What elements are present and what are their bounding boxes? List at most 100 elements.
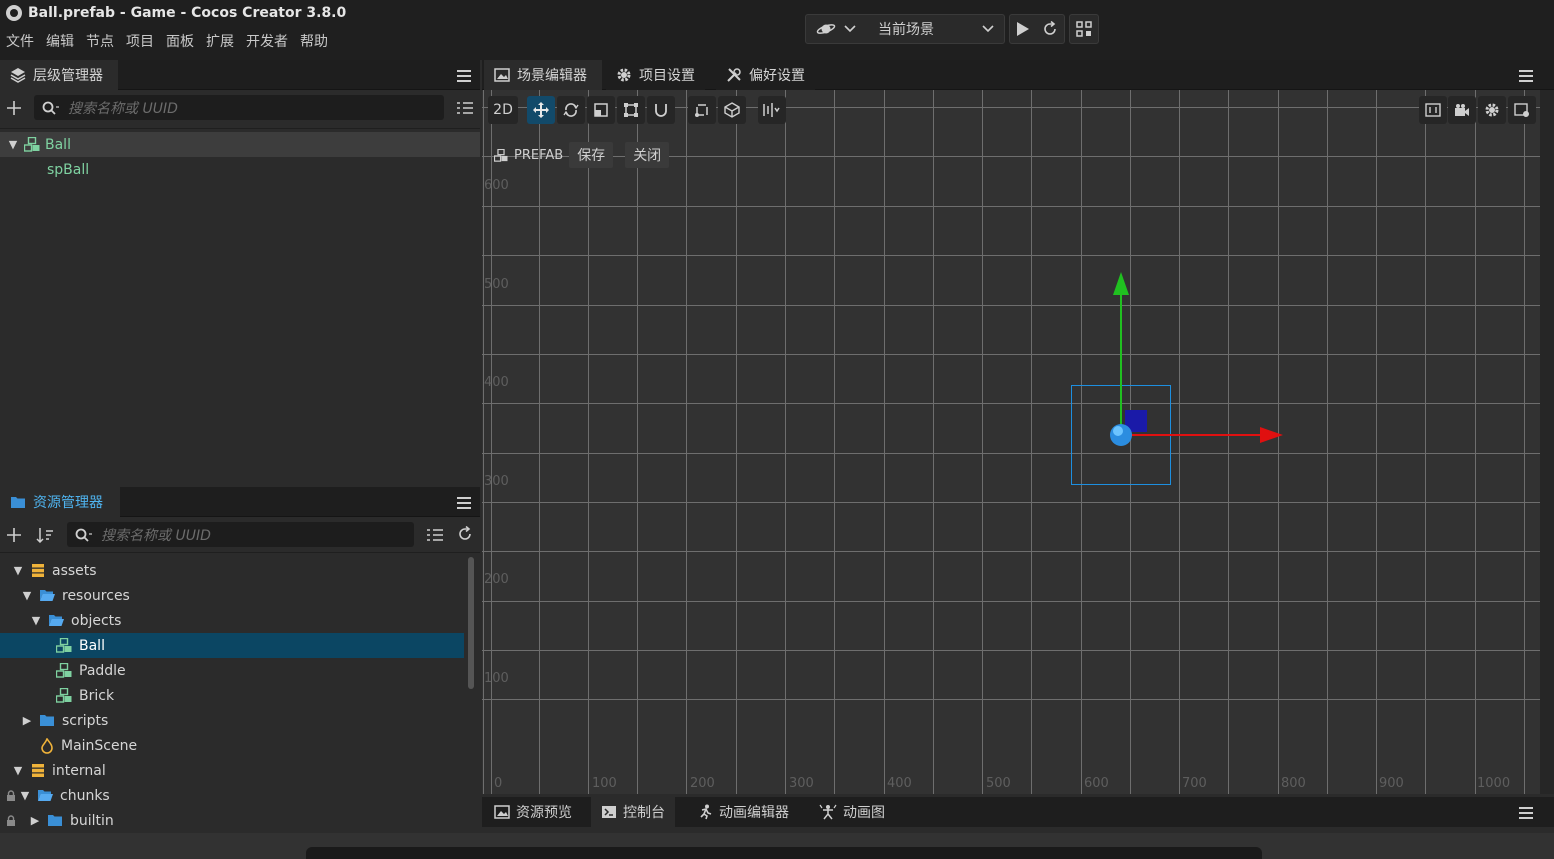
refresh-icon[interactable] [457,526,473,542]
tab-label: 偏好设置 [749,68,805,84]
prefab-icon [56,663,72,678]
asset-row-builtin[interactable]: ▶ builtin [0,808,464,833]
rotate-tool-button[interactable] [557,96,585,124]
wrench-icon [727,68,741,82]
menu-help[interactable]: 帮助 [294,32,334,52]
prefab-close-button[interactable]: 关闭 [625,142,670,168]
db-icon [32,564,44,577]
editor-tabbar: 场景编辑器 项目设置 偏好设置 [482,60,1554,90]
tab-label: 场景编辑器 [517,68,587,84]
chevron-down-icon[interactable]: ▼ [31,614,41,627]
tab-preferences[interactable]: 偏好设置 [716,60,815,90]
panel-menu-icon[interactable] [1519,70,1533,82]
mode-2d-button[interactable]: 2D [488,96,518,124]
qrcode-button[interactable] [1069,14,1099,44]
tab-scene-editor[interactable]: 场景编辑器 [484,60,602,90]
hierarchy-search-input[interactable]: 搜索名称或 UUID [34,95,444,120]
sort-list-icon[interactable] [426,527,444,543]
gizmo-settings-button[interactable] [1508,96,1536,124]
x-axis-label: 700 [1182,776,1207,791]
y-axis-label: 100 [484,671,509,686]
scale-tool-button[interactable] [587,96,615,124]
scene-viewport[interactable]: 600 500 400 300 200 100 0 100 200 300 40… [482,90,1540,794]
tab-animation-editor[interactable]: 动画编辑器 [687,797,799,827]
scene-select[interactable]: 当前场景 [805,14,1005,44]
scene-settings-button[interactable] [1478,96,1506,124]
asset-label: objects [71,612,122,629]
gear-icon [1485,103,1499,117]
tab-asset-preview[interactable]: 资源预览 [484,797,582,827]
pivot-button[interactable] [688,96,716,124]
refresh-icon[interactable] [1042,21,1058,37]
preview-toolbar: 当前场景 [805,14,1099,44]
asset-row-internal[interactable]: ▼ internal [0,758,464,783]
chevron-down-icon[interactable]: ▼ [22,589,32,602]
folder-icon [40,715,54,726]
add-icon[interactable] [6,527,22,543]
x-axis-label: 0 [494,776,503,791]
prefab-save-button[interactable]: 保存 [569,142,614,168]
asset-row-resources[interactable]: ▼ resources [0,583,464,608]
chevron-down-icon[interactable]: ▼ [20,789,30,802]
asset-row-objects[interactable]: ▼ objects [0,608,464,633]
rect-tool-button[interactable] [617,96,645,124]
menu-edit[interactable]: 编辑 [40,32,80,52]
asset-row-chunks[interactable]: ▼ chunks [0,783,464,808]
tab-project-settings[interactable]: 项目设置 [606,60,705,90]
chevron-right-icon[interactable]: ▶ [22,714,32,727]
tab-console[interactable]: 控制台 [591,797,675,827]
menu-file[interactable]: 文件 [0,32,40,52]
camera-button[interactable] [1448,96,1476,124]
hierarchy-node-spball[interactable]: spBall [0,157,480,182]
asset-label: Ball [79,637,105,654]
panel-menu-icon[interactable] [1519,807,1533,819]
grid-line [482,601,1540,602]
panel-menu-icon[interactable] [457,497,471,509]
snap-tool-button[interactable] [647,96,675,124]
prefab-icon [24,137,40,152]
play-icon[interactable] [1016,21,1030,37]
asset-row-assets[interactable]: ▼ assets [0,558,464,583]
frame-icon [1425,103,1441,117]
local-global-button[interactable] [718,96,746,124]
sort-icon[interactable] [36,527,54,543]
chevron-down-icon[interactable]: ▼ [13,564,23,577]
tab-hierarchy[interactable]: 层级管理器 [0,60,118,90]
assets-search-input[interactable]: 搜索名称或 UUID [67,522,414,547]
asset-row-ball[interactable]: Ball [0,633,464,658]
db-icon [32,764,44,777]
chevron-down-icon[interactable]: ▼ [13,764,23,777]
move-gizmo[interactable] [1102,270,1292,530]
chevron-right-icon[interactable]: ▶ [30,814,40,827]
tab-assets[interactable]: 资源管理器 [0,487,120,517]
assets-scrollbar[interactable] [468,557,474,689]
view-button[interactable] [1419,96,1447,124]
tab-label: 资源预览 [516,805,572,821]
assets-search-placeholder: 搜索名称或 UUID [101,527,211,544]
menu-node[interactable]: 节点 [80,32,120,52]
x-axis-label: 600 [1084,776,1109,791]
asset-row-mainscene[interactable]: MainScene [0,733,464,758]
menu-panel[interactable]: 面板 [160,32,200,52]
grid-line [539,90,540,794]
menu-extension[interactable]: 扩展 [200,32,240,52]
add-icon[interactable] [6,100,22,116]
scene-icon [41,737,53,754]
asset-row-brick[interactable]: Brick [0,683,464,708]
asset-row-paddle[interactable]: Paddle [0,658,464,683]
menu-project[interactable]: 项目 [120,32,160,52]
preview-icon [494,805,510,819]
menu-developer[interactable]: 开发者 [240,32,294,52]
asset-row-scripts[interactable]: ▶ scripts [0,708,464,733]
tab-animation-graph[interactable]: 动画图 [809,797,895,827]
running-icon [700,804,712,820]
scene-select-label: 当前场景 [878,22,934,38]
align-button[interactable] [758,96,786,124]
grid-line [482,255,1540,256]
sort-list-icon[interactable] [456,100,474,116]
move-tool-button[interactable] [527,96,555,124]
grid-line [686,90,687,794]
chevron-down-icon[interactable]: ▼ [8,138,18,151]
panel-menu-icon[interactable] [457,70,471,82]
hierarchy-node-ball[interactable]: ▼ Ball [0,132,480,157]
